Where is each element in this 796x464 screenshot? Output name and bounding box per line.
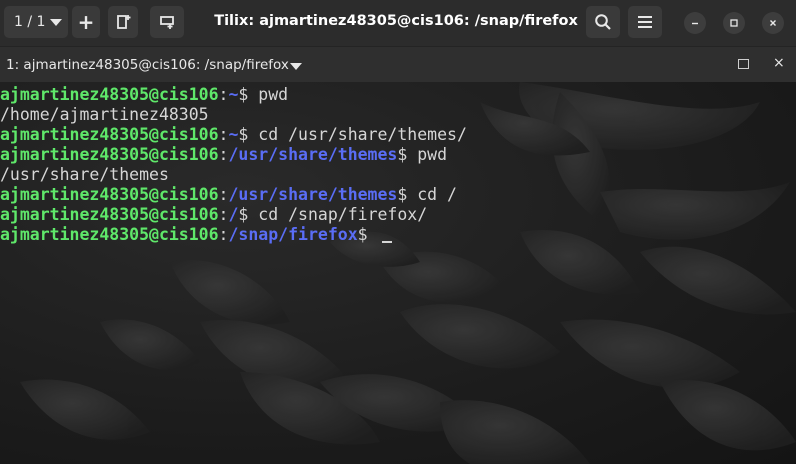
- search-button[interactable]: [586, 6, 620, 38]
- session-switcher-button[interactable]: 1 / 1: [4, 6, 68, 38]
- prompt-path: ~: [228, 125, 239, 144]
- terminal-cursor: [381, 241, 392, 243]
- prompt-user-host: ajmartinez48305@cis106: [0, 185, 219, 204]
- prompt-line: ajmartinez48305@cis106:~$ pwd: [0, 85, 289, 104]
- maximize-button[interactable]: [723, 12, 745, 34]
- add-session-button[interactable]: +: [72, 6, 100, 38]
- terminal-title[interactable]: 1: ajmartinez48305@cis106: /snap/firefox: [6, 57, 289, 73]
- prompt-user-host: ajmartinez48305@cis106: [0, 85, 219, 104]
- prompt-user-host: ajmartinez48305@cis106: [0, 125, 219, 144]
- close-icon: [770, 20, 776, 26]
- add-terminal-down-button[interactable]: [150, 6, 184, 38]
- prompt-path: /usr/share/themes: [228, 145, 398, 164]
- output-line: /usr/share/themes: [0, 165, 169, 185]
- terminal-area[interactable]: ajmartinez48305@cis106:~$ pwd/home/ajmar…: [0, 82, 796, 464]
- prompt-user-host: ajmartinez48305@cis106: [0, 225, 219, 244]
- prompt-line: ajmartinez48305@cis106:/$ cd /snap/firef…: [0, 205, 428, 224]
- prompt-line: ajmartinez48305@cis106:/snap/firefox$: [0, 225, 392, 245]
- session-switcher-label: 1 / 1: [14, 14, 46, 30]
- terminal-title-bar: 1: ajmartinez48305@cis106: /snap/firefox…: [0, 46, 796, 82]
- terminal-close-icon[interactable]: ×: [773, 55, 785, 71]
- command-text: cd /snap/firefox/: [258, 205, 428, 224]
- output-text: /home/ajmartinez48305: [0, 105, 209, 124]
- prompt-line: ajmartinez48305@cis106:/usr/share/themes…: [0, 185, 457, 204]
- command-text: cd /: [417, 185, 457, 204]
- terminal-menu-chevron-icon[interactable]: [290, 63, 302, 70]
- prompt-line: ajmartinez48305@cis106:~$ cd /usr/share/…: [0, 125, 467, 144]
- window-title: Tilix: ajmartinez48305@cis106: /snap/fir…: [214, 13, 578, 29]
- command-text: cd /usr/share/themes/: [258, 125, 467, 144]
- output-text: /usr/share/themes: [0, 165, 169, 184]
- prompt-path: /snap/firefox: [228, 225, 358, 244]
- menu-button[interactable]: [628, 6, 662, 38]
- plus-icon: +: [77, 10, 95, 34]
- minimize-icon: [692, 22, 698, 25]
- header-bar: 1 / 1 + Tilix: ajmartinez48305@cis106: /…: [0, 0, 796, 46]
- close-button[interactable]: [762, 12, 784, 34]
- command-text: pwd: [258, 85, 289, 104]
- hamburger-menu-icon: [638, 16, 652, 28]
- add-terminal-right-icon: [117, 15, 131, 29]
- prompt-path: /usr/share/themes: [228, 185, 398, 204]
- chevron-down-icon: [50, 19, 62, 26]
- command-text: pwd: [417, 145, 448, 164]
- add-terminal-down-icon: [160, 16, 174, 29]
- prompt-user-host: ajmartinez48305@cis106: [0, 145, 219, 164]
- minimize-button[interactable]: [684, 12, 706, 34]
- prompt-path: /: [228, 205, 239, 224]
- output-line: /home/ajmartinez48305: [0, 105, 209, 125]
- search-icon: [595, 14, 611, 30]
- prompt-line: ajmartinez48305@cis106:/usr/share/themes…: [0, 145, 448, 164]
- prompt-user-host: ajmartinez48305@cis106: [0, 205, 219, 224]
- prompt-path: ~: [228, 85, 239, 104]
- maximize-icon: [730, 19, 738, 27]
- add-terminal-right-button[interactable]: [108, 6, 138, 38]
- terminal-maximize-icon[interactable]: [738, 59, 749, 69]
